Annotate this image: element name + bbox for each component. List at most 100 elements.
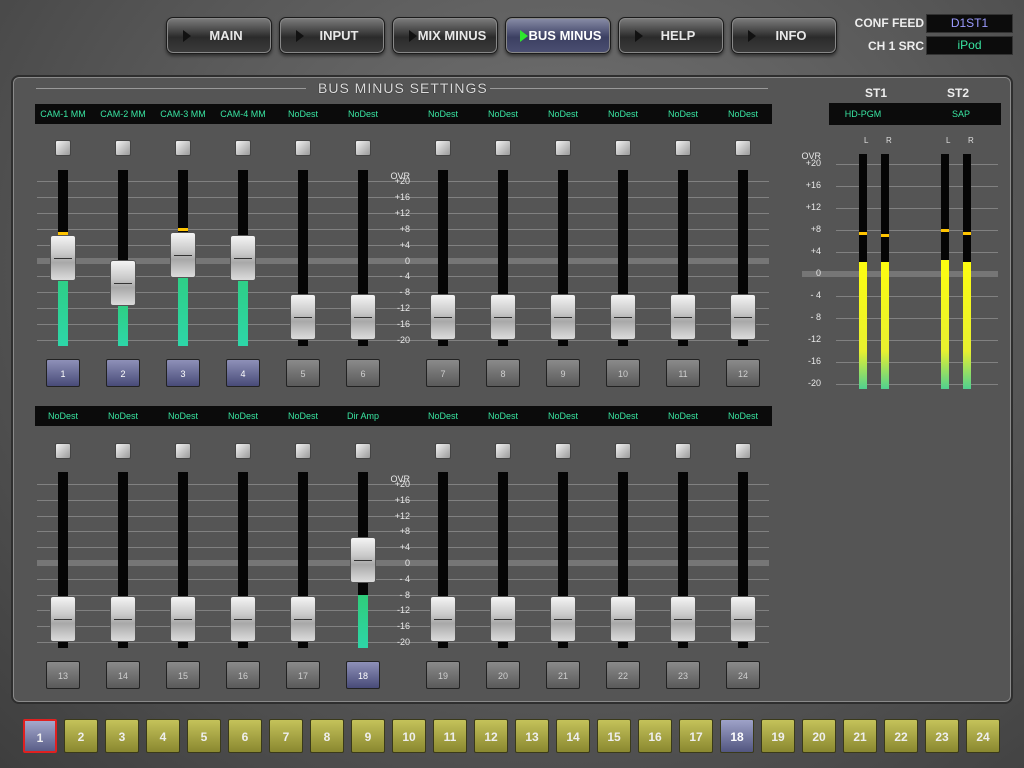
- channel-number-button[interactable]: 16: [226, 661, 260, 689]
- tab-mix-minus[interactable]: MIX MINUS: [392, 17, 498, 54]
- conf-feed-value[interactable]: D1ST1: [926, 14, 1013, 33]
- mute-button[interactable]: [175, 140, 191, 156]
- channel-number-button[interactable]: 11: [666, 359, 700, 387]
- channel-number-button[interactable]: 12: [726, 359, 760, 387]
- channel-select-2[interactable]: 2: [64, 719, 98, 753]
- channel-select-5[interactable]: 5: [187, 719, 221, 753]
- channel-number-button[interactable]: 17: [286, 661, 320, 689]
- channel-select-18[interactable]: 18: [720, 719, 754, 753]
- fader-knob[interactable]: [730, 294, 756, 340]
- tab-bus-minus[interactable]: BUS MINUS: [505, 17, 611, 54]
- tab-main[interactable]: MAIN: [166, 17, 272, 54]
- fader-knob[interactable]: [430, 596, 456, 642]
- fader-knob[interactable]: [110, 259, 136, 306]
- channel-select-15[interactable]: 15: [597, 719, 631, 753]
- mute-button[interactable]: [175, 443, 191, 459]
- tab-info[interactable]: INFO: [731, 17, 837, 54]
- fader-knob[interactable]: [550, 596, 576, 642]
- tab-input[interactable]: INPUT: [279, 17, 385, 54]
- fader-knob[interactable]: [50, 235, 76, 282]
- fader-knob[interactable]: [50, 596, 76, 642]
- channel-select-7[interactable]: 7: [269, 719, 303, 753]
- channel-number-button[interactable]: 19: [426, 661, 460, 689]
- fader-knob[interactable]: [730, 596, 756, 642]
- fader-knob[interactable]: [610, 294, 636, 340]
- channel-number-button[interactable]: 5: [286, 359, 320, 387]
- channel-number-button[interactable]: 13: [46, 661, 80, 689]
- mute-button[interactable]: [675, 443, 691, 459]
- fader-knob[interactable]: [290, 596, 316, 642]
- mute-button[interactable]: [495, 140, 511, 156]
- mute-button[interactable]: [435, 140, 451, 156]
- fader-knob[interactable]: [290, 294, 316, 340]
- channel-number-button[interactable]: 20: [486, 661, 520, 689]
- channel-number-button[interactable]: 2: [106, 359, 140, 387]
- fader-knob[interactable]: [230, 235, 256, 282]
- fader-knob[interactable]: [670, 294, 696, 340]
- mute-button[interactable]: [115, 443, 131, 459]
- channel-number-button[interactable]: 21: [546, 661, 580, 689]
- mute-button[interactable]: [355, 443, 371, 459]
- channel-select-11[interactable]: 11: [433, 719, 467, 753]
- tab-help[interactable]: HELP: [618, 17, 724, 54]
- fader-knob[interactable]: [350, 537, 376, 584]
- ch1-src-value[interactable]: iPod: [926, 36, 1013, 55]
- fader-knob[interactable]: [170, 232, 196, 278]
- channel-number-button[interactable]: 24: [726, 661, 760, 689]
- channel-select-6[interactable]: 6: [228, 719, 262, 753]
- channel-number-button[interactable]: 23: [666, 661, 700, 689]
- channel-select-24[interactable]: 24: [966, 719, 1000, 753]
- channel-select-22[interactable]: 22: [884, 719, 918, 753]
- channel-select-16[interactable]: 16: [638, 719, 672, 753]
- channel-select-10[interactable]: 10: [392, 719, 426, 753]
- mute-button[interactable]: [295, 443, 311, 459]
- channel-select-14[interactable]: 14: [556, 719, 590, 753]
- fader-knob[interactable]: [170, 596, 196, 642]
- channel-select-12[interactable]: 12: [474, 719, 508, 753]
- fader-knob[interactable]: [490, 596, 516, 642]
- channel-number-button[interactable]: 22: [606, 661, 640, 689]
- channel-select-9[interactable]: 9: [351, 719, 385, 753]
- mute-button[interactable]: [555, 443, 571, 459]
- channel-number-button[interactable]: 8: [486, 359, 520, 387]
- fader-knob[interactable]: [350, 294, 376, 340]
- channel-number-button[interactable]: 1: [46, 359, 80, 387]
- mute-button[interactable]: [55, 140, 71, 156]
- mute-button[interactable]: [735, 443, 751, 459]
- fader-knob[interactable]: [610, 596, 636, 642]
- channel-number-button[interactable]: 18: [346, 661, 380, 689]
- channel-select-17[interactable]: 17: [679, 719, 713, 753]
- fader-knob[interactable]: [490, 294, 516, 340]
- channel-number-button[interactable]: 10: [606, 359, 640, 387]
- channel-select-23[interactable]: 23: [925, 719, 959, 753]
- channel-number-button[interactable]: 15: [166, 661, 200, 689]
- channel-number-button[interactable]: 7: [426, 359, 460, 387]
- mute-button[interactable]: [615, 443, 631, 459]
- mute-button[interactable]: [675, 140, 691, 156]
- mute-button[interactable]: [55, 443, 71, 459]
- mute-button[interactable]: [235, 140, 251, 156]
- mute-button[interactable]: [435, 443, 451, 459]
- mute-button[interactable]: [235, 443, 251, 459]
- fader-knob[interactable]: [110, 596, 136, 642]
- fader-knob[interactable]: [230, 596, 256, 642]
- mute-button[interactable]: [355, 140, 371, 156]
- channel-select-13[interactable]: 13: [515, 719, 549, 753]
- channel-select-1[interactable]: 1: [23, 719, 57, 753]
- fader-knob[interactable]: [670, 596, 696, 642]
- fader-knob[interactable]: [550, 294, 576, 340]
- mute-button[interactable]: [615, 140, 631, 156]
- mute-button[interactable]: [495, 443, 511, 459]
- channel-select-4[interactable]: 4: [146, 719, 180, 753]
- channel-number-button[interactable]: 14: [106, 661, 140, 689]
- channel-number-button[interactable]: 9: [546, 359, 580, 387]
- mute-button[interactable]: [555, 140, 571, 156]
- channel-select-21[interactable]: 21: [843, 719, 877, 753]
- channel-select-19[interactable]: 19: [761, 719, 795, 753]
- channel-select-20[interactable]: 20: [802, 719, 836, 753]
- channel-number-button[interactable]: 4: [226, 359, 260, 387]
- channel-select-3[interactable]: 3: [105, 719, 139, 753]
- mute-button[interactable]: [115, 140, 131, 156]
- mute-button[interactable]: [295, 140, 311, 156]
- channel-number-button[interactable]: 6: [346, 359, 380, 387]
